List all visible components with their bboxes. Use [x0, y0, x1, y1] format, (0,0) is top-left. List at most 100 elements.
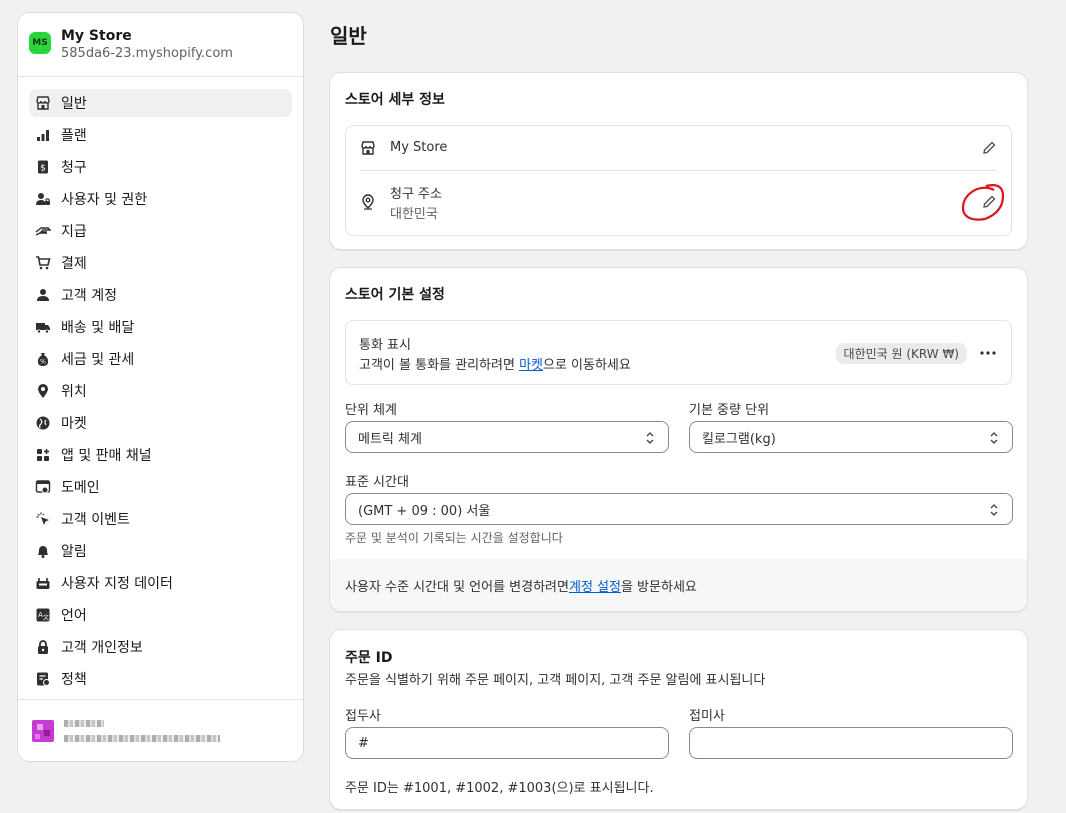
- currency-box: 통화 표시 고객이 볼 통화를 관리하려면 마켓으로 이동하세요 대한민국 원 …: [345, 320, 1012, 385]
- redacted-email: [64, 734, 220, 742]
- store-domain: 585da6-23.myshopify.com: [61, 45, 233, 61]
- users-lock-icon: [35, 191, 51, 207]
- svg-text:%: %: [40, 359, 46, 366]
- svg-text:文: 文: [43, 614, 49, 622]
- billing-icon: $: [35, 159, 51, 175]
- currency-desc-suffix: 으로 이동하세요: [542, 358, 631, 373]
- store-defaults-title: 스토어 기본 설정: [345, 287, 445, 303]
- sidebar-item-shipping[interactable]: 배송 및 배달: [29, 313, 292, 341]
- sidebar-item-policies[interactable]: 정책: [29, 665, 292, 693]
- custom-data-icon: [35, 575, 51, 591]
- sidebar-item-label: 고객 이벤트: [61, 512, 130, 528]
- language-icon: A文: [35, 607, 51, 623]
- location-pin-icon: [35, 383, 51, 399]
- store-icon: [35, 95, 51, 111]
- sidebar-item-label: 언어: [61, 608, 87, 624]
- sidebar-item-general[interactable]: 일반: [29, 89, 292, 117]
- timezone-select[interactable]: (GMT + 09 : 00) 서울: [345, 493, 1013, 525]
- apps-icon: [35, 447, 51, 463]
- sidebar-item-label: 도메인: [61, 480, 100, 496]
- sidebar-item-label: 알림: [61, 544, 87, 560]
- person-icon: [35, 287, 51, 303]
- timezone-value: (GMT + 09 : 00) 서울: [358, 503, 491, 519]
- page-title: 일반: [330, 24, 367, 48]
- chevron-up-down-icon: [988, 430, 1000, 446]
- account-settings-link[interactable]: 계정 설정: [569, 576, 621, 595]
- sidebar-item-customer-events[interactable]: 고객 이벤트: [29, 505, 292, 533]
- sidebar-item-label: 고객 개인정보: [61, 640, 143, 656]
- sidebar-item-plan[interactable]: 플랜: [29, 121, 292, 149]
- sidebar-item-notifications[interactable]: 알림: [29, 537, 292, 565]
- more-actions-icon[interactable]: [979, 345, 997, 361]
- footer-suffix: 을 방문하세요: [620, 579, 697, 595]
- store-details-box: My Store 청구 주소 대한민국: [345, 125, 1012, 236]
- sidebar-item-domains[interactable]: 도메인: [29, 473, 292, 501]
- account-footer[interactable]: [18, 699, 303, 761]
- suffix-input[interactable]: [689, 727, 1013, 759]
- svg-text:$: $: [40, 164, 46, 174]
- tax-bag-icon: %: [35, 351, 51, 367]
- unit-system-value: 메트릭 체계: [358, 431, 422, 447]
- sidebar-item-customer-privacy[interactable]: 고객 개인정보: [29, 633, 292, 661]
- plan-chart-icon: [35, 127, 51, 143]
- sidebar-item-label: 일반: [61, 96, 87, 112]
- order-id-title: 주문 ID: [345, 650, 393, 666]
- sidebar-item-markets[interactable]: 마켓: [29, 409, 292, 437]
- cart-icon: [35, 255, 51, 271]
- store-icon: [360, 140, 376, 156]
- weight-unit-label: 기본 중량 단위: [689, 403, 770, 418]
- sidebar-item-label: 앱 및 판매 채널: [61, 448, 152, 464]
- sidebar-item-apps[interactable]: 앱 및 판매 채널: [29, 441, 292, 469]
- sidebar-item-label: 청구: [61, 160, 87, 176]
- weight-unit-value: 킬로그램(kg): [702, 431, 776, 447]
- order-id-preview: 주문 ID는 #1001, #1002, #1003(으)로 표시됩니다.: [345, 781, 654, 796]
- sidebar-item-label: 사용자 지정 데이터: [61, 576, 173, 592]
- cursor-click-icon: [35, 511, 51, 527]
- sidebar-item-taxes[interactable]: % 세금 및 관세: [29, 345, 292, 373]
- sidebar-item-custom-data[interactable]: 사용자 지정 데이터: [29, 569, 292, 597]
- domain-icon: [35, 479, 51, 495]
- unit-system-select[interactable]: 메트릭 체계: [345, 421, 669, 453]
- currency-desc-text: 고객이 볼 통화를 관리하려면: [359, 358, 520, 373]
- order-id-description: 주문을 식별하기 위해 주문 페이지, 고객 페이지, 고객 주문 알림에 표시…: [345, 673, 766, 688]
- sidebar-item-label: 플랜: [61, 128, 87, 144]
- location-pin-icon: [360, 194, 376, 210]
- markets-link[interactable]: 마켓: [519, 358, 543, 373]
- footer-text: 사용자 수준 시간대 및 언어를 변경하려면: [345, 579, 569, 595]
- sidebar-item-label: 지급: [61, 224, 87, 240]
- sidebar-item-label: 고객 계정: [61, 288, 117, 304]
- sidebar-item-locations[interactable]: 위치: [29, 377, 292, 405]
- sidebar-item-label: 세금 및 관세: [61, 352, 135, 368]
- currency-description: 고객이 볼 통화를 관리하려면 마켓으로 이동하세요: [359, 354, 631, 373]
- sidebar-item-label: 마켓: [61, 416, 87, 432]
- redacted-name: [64, 719, 104, 727]
- currency-badge: 대한민국 원 (KRW ₩): [835, 343, 967, 364]
- payouts-hand-icon: [35, 223, 51, 239]
- chevron-up-down-icon: [988, 502, 1000, 518]
- settings-sidebar: MS My Store 585da6-23.myshopify.com 일반 플…: [17, 12, 304, 762]
- sidebar-item-languages[interactable]: A文 언어: [29, 601, 292, 629]
- billing-address-label: 청구 주소: [390, 187, 442, 202]
- suffix-label: 접미사: [689, 709, 725, 724]
- sidebar-item-label: 결제: [61, 256, 87, 272]
- sidebar-item-payouts[interactable]: 지급: [29, 217, 292, 245]
- store-switcher[interactable]: MS My Store 585da6-23.myshopify.com: [18, 13, 303, 77]
- sidebar-item-billing[interactable]: $ 청구: [29, 153, 292, 181]
- lock-icon: [35, 639, 51, 655]
- sidebar-item-label: 배송 및 배달: [61, 320, 135, 336]
- sidebar-item-users[interactable]: 사용자 및 권한: [29, 185, 292, 213]
- edit-store-name-pencil-icon[interactable]: [981, 140, 997, 156]
- divider: [360, 170, 997, 171]
- sidebar-item-checkout[interactable]: 결제: [29, 249, 292, 277]
- prefix-input[interactable]: #: [345, 727, 669, 759]
- user-avatar: [32, 719, 54, 742]
- red-circle-annotation: [961, 184, 1005, 221]
- sidebar-item-label: 사용자 및 권한: [61, 192, 148, 208]
- timezone-label: 표준 시간대: [345, 475, 409, 490]
- policy-icon: [35, 671, 51, 687]
- truck-icon: [35, 319, 51, 335]
- sidebar-item-customer-accounts[interactable]: 고객 계정: [29, 281, 292, 309]
- redacted-account-info: [64, 719, 220, 742]
- store-avatar: MS: [29, 31, 51, 54]
- weight-unit-select[interactable]: 킬로그램(kg): [689, 421, 1013, 453]
